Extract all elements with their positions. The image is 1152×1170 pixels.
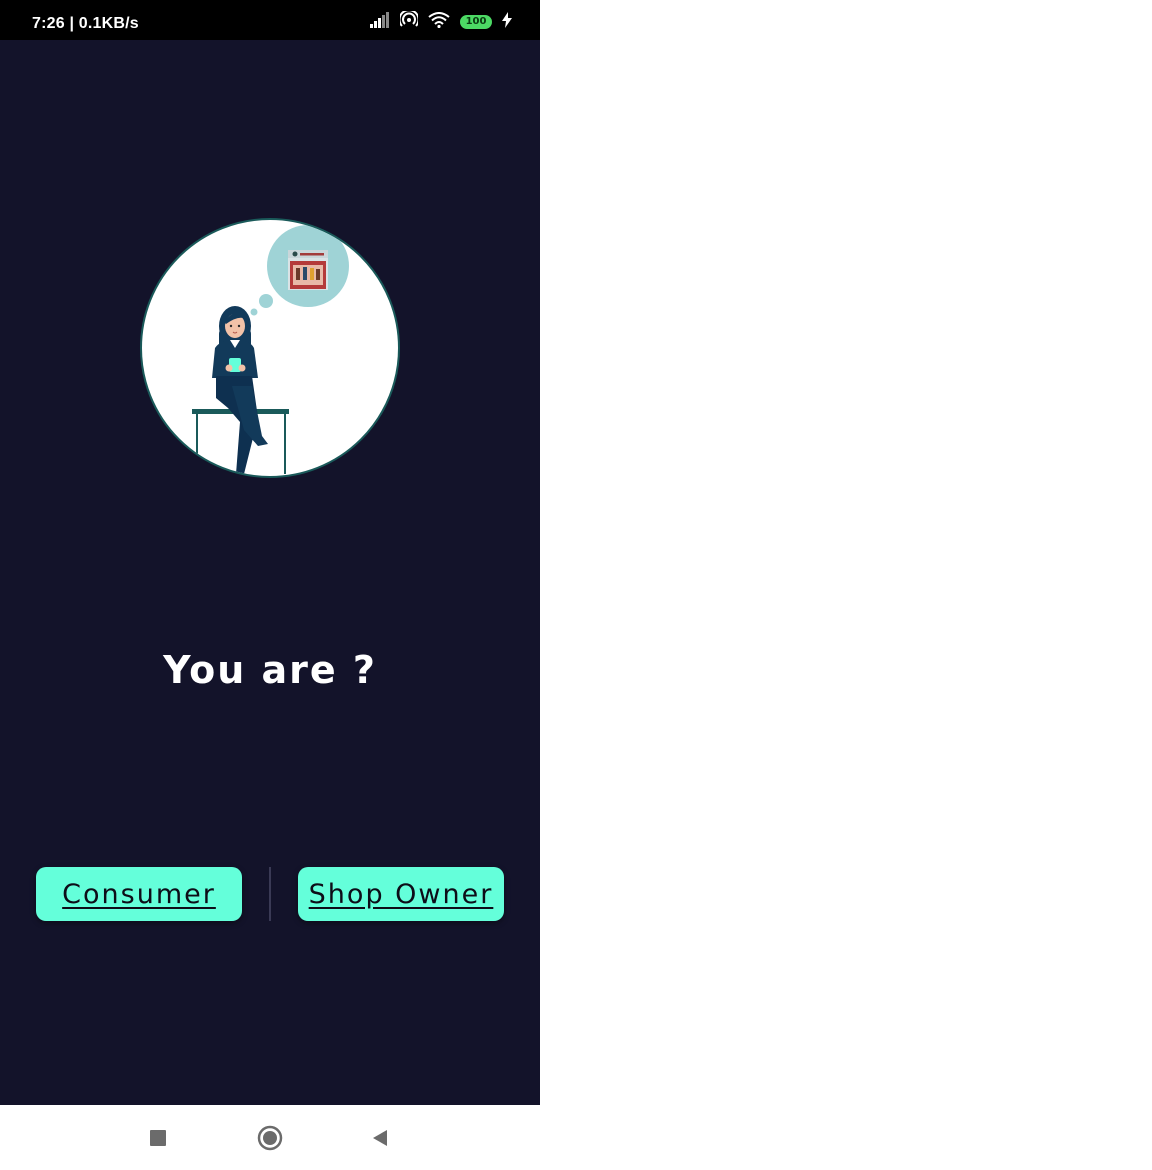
signal-icon (370, 11, 390, 33)
recent-apps-icon (150, 1130, 166, 1146)
recent-apps-button[interactable] (145, 1125, 171, 1151)
phone-screen: 7:26 | 0.1KB/s 100 You are ? Consumer Sh… (0, 0, 540, 1170)
status-bar: 7:26 | 0.1KB/s 100 (0, 0, 540, 40)
status-icons: 100 (370, 8, 512, 34)
back-button[interactable] (367, 1125, 393, 1151)
home-button[interactable] (257, 1125, 283, 1151)
shop-owner-button[interactable]: Shop Owner (298, 867, 504, 921)
battery-level: 100 (465, 16, 487, 27)
battery-icon: 100 (460, 15, 492, 29)
woman-thinking-illustration (140, 218, 400, 478)
hotspot-icon (398, 8, 420, 34)
navigation-bar (0, 1105, 540, 1170)
consumer-button[interactable]: Consumer (36, 867, 242, 921)
app-content: You are ? Consumer Shop Owner (0, 40, 540, 1105)
back-icon (373, 1130, 387, 1146)
charging-icon (502, 11, 512, 33)
home-icon (257, 1125, 283, 1151)
button-divider (269, 867, 271, 921)
wifi-icon (428, 11, 450, 33)
question-heading: You are ? (163, 648, 377, 692)
status-time-speed: 7:26 | 0.1KB/s (32, 15, 139, 32)
